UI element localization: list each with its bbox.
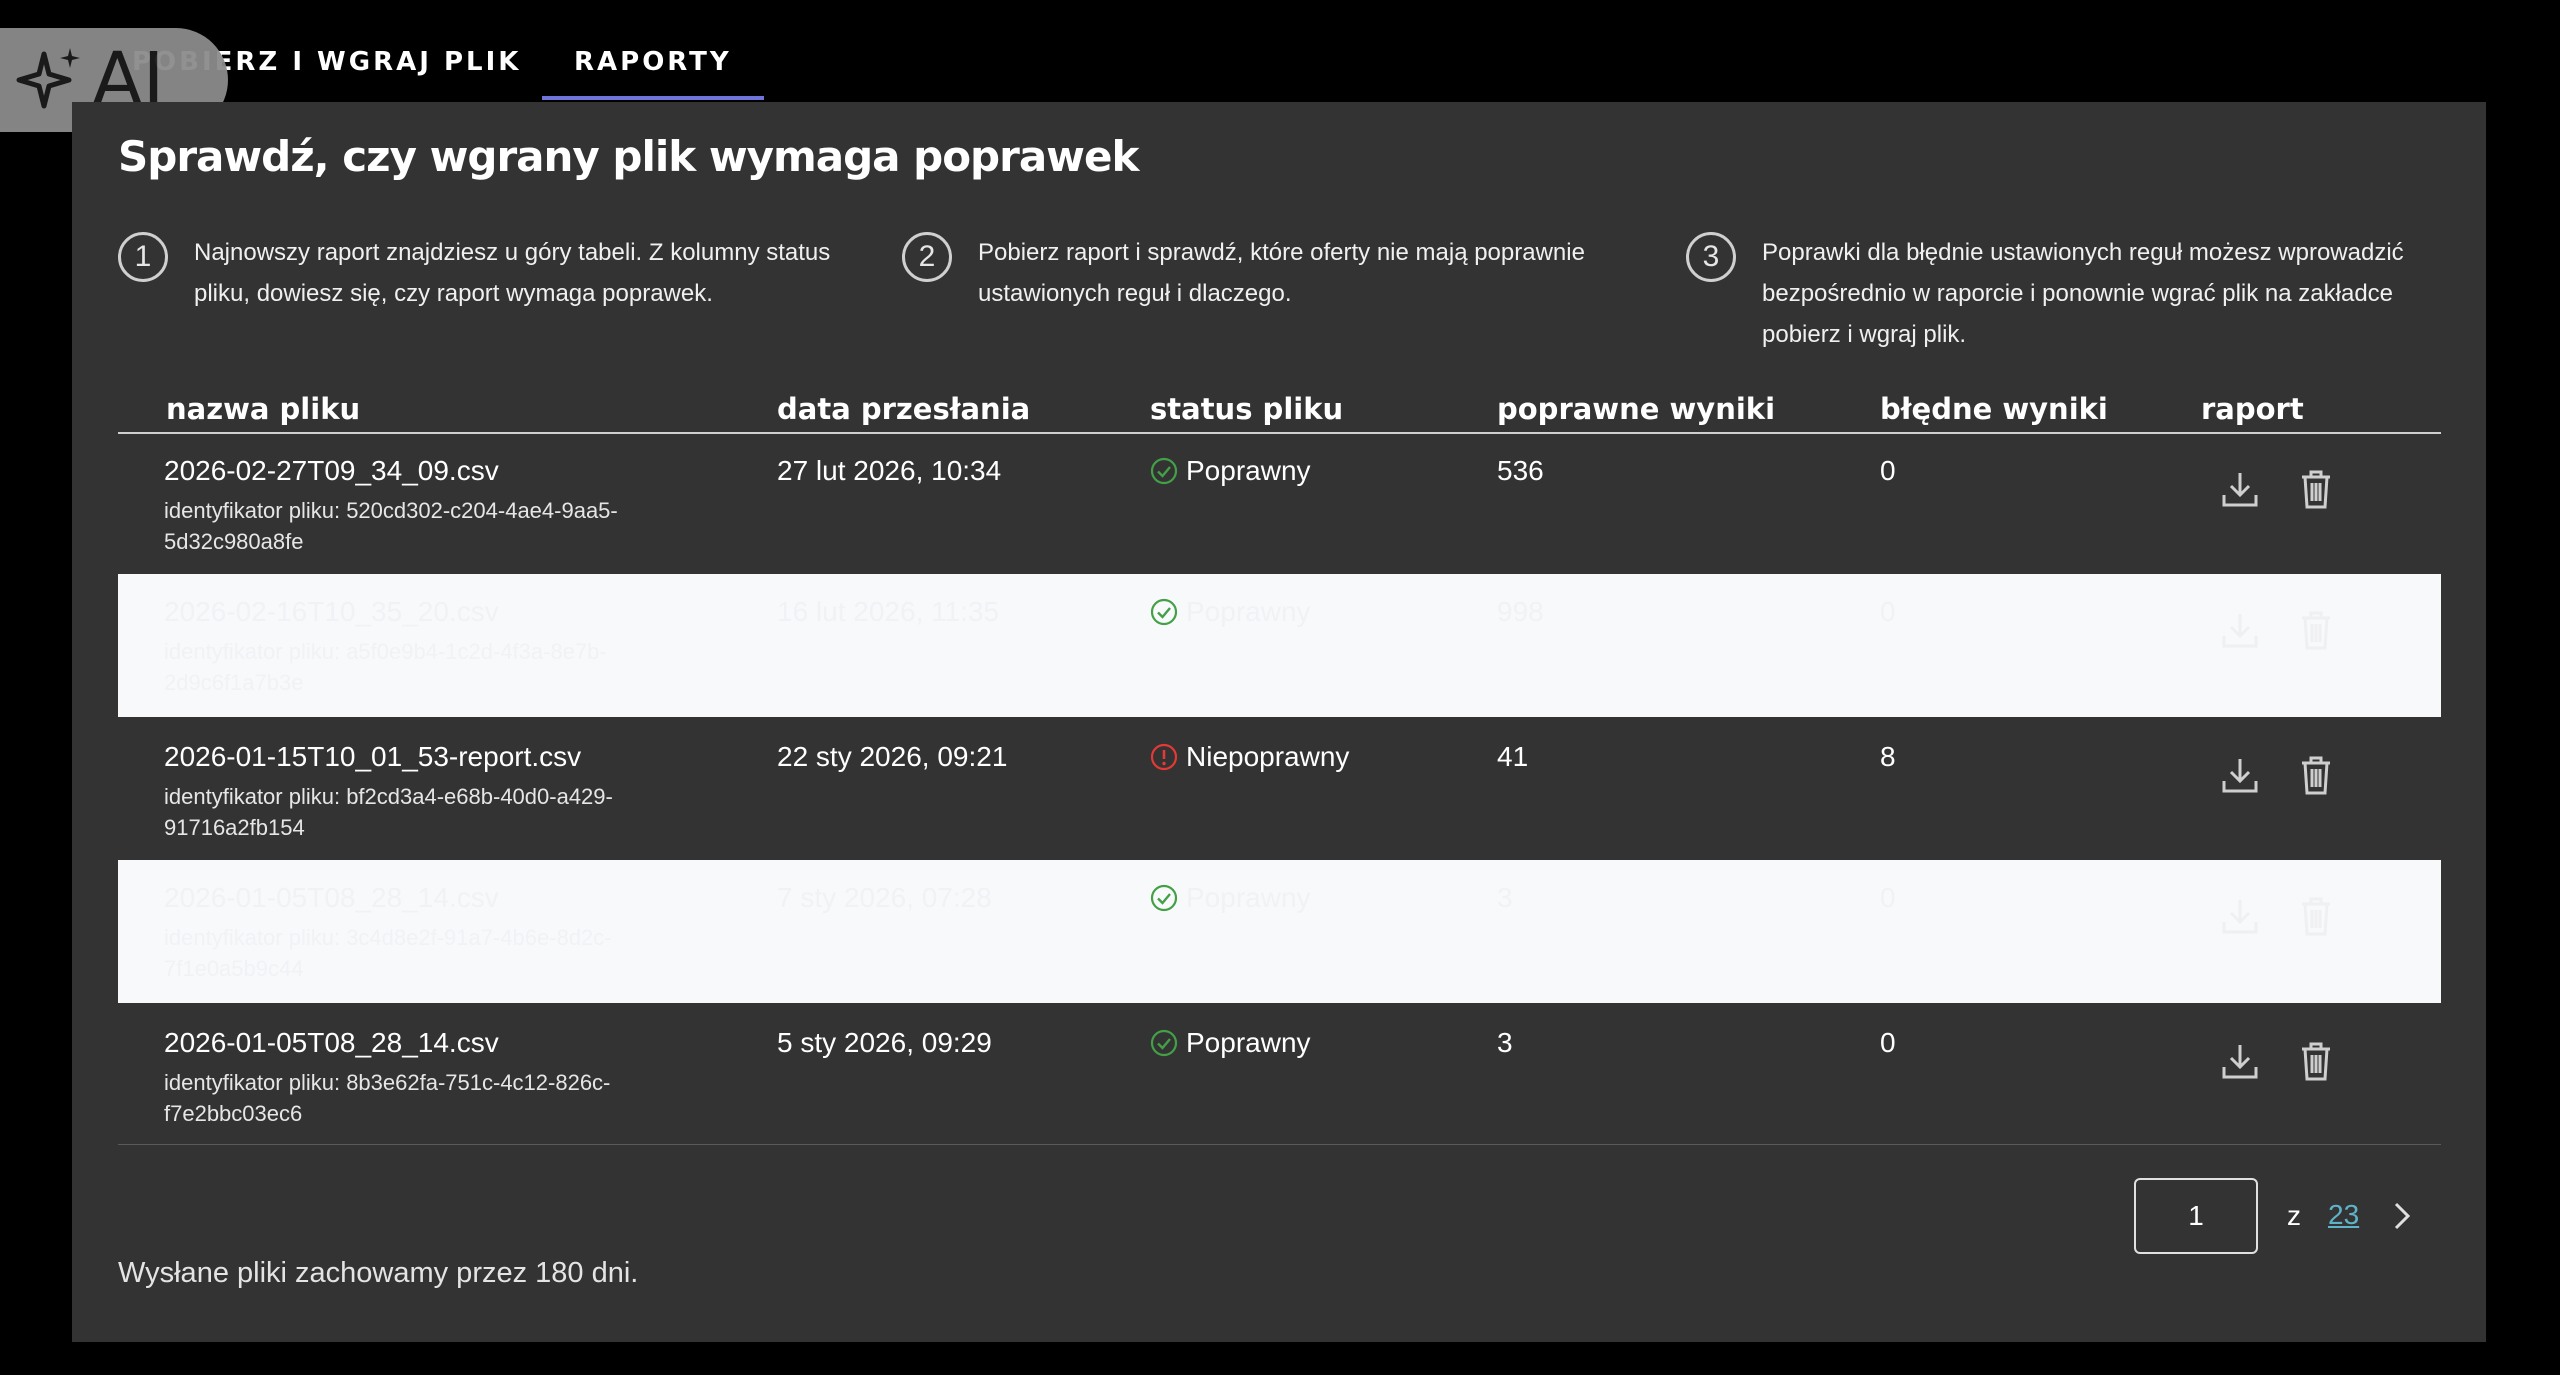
error-count: 8	[1880, 741, 1896, 772]
download-icon[interactable]	[2218, 467, 2262, 511]
status-text: Poprawny	[1186, 882, 1311, 913]
header-report: raport	[2201, 392, 2304, 426]
file-id: identyfikator pliku: 3c4d8e2f-91a7-4b6e-…	[164, 925, 612, 981]
correct-count: 3	[1497, 1027, 1513, 1058]
trash-icon[interactable]	[2294, 467, 2338, 511]
page-title: Sprawdź, czy wgrany plik wymaga poprawek	[118, 132, 1139, 181]
step-text: Pobierz raport i sprawdź, które oferty n…	[978, 239, 1585, 307]
step-number: 3	[1686, 232, 1736, 282]
download-icon[interactable]	[2218, 894, 2262, 938]
upload-date: 27 lut 2026, 10:34	[777, 455, 1002, 486]
tab-reports[interactable]: RAPORTY	[542, 38, 764, 100]
error-count: 0	[1880, 455, 1896, 486]
step-number: 2	[902, 232, 952, 282]
status-text: Poprawny	[1186, 1027, 1311, 1058]
correct-count: 41	[1497, 741, 1529, 772]
status-text: Poprawny	[1186, 596, 1311, 627]
table-row: 2026-01-05T08_28_14.csv identyfikator pl…	[118, 860, 2441, 1003]
check-circle-icon	[1150, 598, 1178, 626]
step-number: 1	[118, 232, 168, 282]
file-name: 2026-01-15T10_01_53-report.csv	[164, 741, 582, 772]
upload-date: 5 sty 2026, 09:29	[777, 1027, 992, 1058]
table-row: 2026-02-27T09_34_09.csv identyfikator pl…	[118, 433, 2441, 576]
correct-count: 3	[1497, 882, 1513, 913]
check-circle-icon	[1150, 1029, 1178, 1057]
error-count: 0	[1880, 596, 1896, 627]
table-row: 2026-02-16T10_35_20.csv identyfikator pl…	[118, 574, 2441, 717]
table-bottom-divider	[118, 1144, 2441, 1145]
download-icon[interactable]	[2218, 753, 2262, 797]
header-file-status: status pliku	[1150, 392, 1344, 426]
error-count: 0	[1880, 882, 1896, 913]
trash-icon[interactable]	[2294, 608, 2338, 652]
header-upload-date: data przesłania	[777, 392, 1031, 426]
check-circle-icon	[1150, 457, 1178, 485]
status-badge: Poprawny	[1150, 1027, 1311, 1059]
upload-date: 7 sty 2026, 07:28	[777, 882, 992, 913]
download-icon[interactable]	[2218, 608, 2262, 652]
header-correct-results: poprawne wyniki	[1497, 392, 1776, 426]
file-id: identyfikator pliku: a5f0e9b4-1c2d-4f3a-…	[164, 639, 607, 695]
upload-date: 16 lut 2026, 11:35	[777, 596, 1000, 627]
file-id: identyfikator pliku: 520cd302-c204-4ae4-…	[164, 498, 618, 554]
check-circle-icon	[1150, 884, 1178, 912]
table-row: 2026-01-05T08_28_14.csv identyfikator pl…	[118, 1005, 2441, 1148]
pager-total-pages-link[interactable]: 23	[2328, 1199, 2359, 1231]
status-badge: Poprawny	[1150, 596, 1311, 628]
error-circle-icon	[1150, 743, 1178, 771]
header-file-name: nazwa pliku	[166, 392, 361, 426]
trash-icon[interactable]	[2294, 753, 2338, 797]
chevron-right-icon[interactable]	[2384, 1196, 2420, 1236]
file-name: 2026-01-05T08_28_14.csv	[164, 1027, 499, 1058]
status-text: Niepoprawny	[1186, 741, 1350, 772]
download-icon[interactable]	[2218, 1039, 2262, 1083]
correct-count: 536	[1497, 455, 1544, 486]
reports-panel: Sprawdź, czy wgrany plik wymaga poprawek…	[72, 102, 2486, 1342]
error-count: 0	[1880, 1027, 1896, 1058]
correct-count: 998	[1497, 596, 1544, 627]
trash-icon[interactable]	[2294, 1039, 2338, 1083]
status-text: Poprawny	[1186, 455, 1311, 486]
table-header: nazwa pliku data przesłania status pliku…	[118, 382, 2441, 434]
status-badge: Poprawny	[1150, 455, 1311, 487]
file-name: 2026-01-05T08_28_14.csv	[164, 882, 499, 913]
table-row: 2026-01-15T10_01_53-report.csv identyfik…	[118, 719, 2441, 862]
file-name: 2026-02-16T10_35_20.csv	[164, 596, 499, 627]
retention-note: Wysłane pliki zachowamy przez 180 dni.	[118, 1257, 639, 1289]
file-id: identyfikator pliku: bf2cd3a4-e68b-40d0-…	[164, 784, 613, 840]
step-text: Najnowszy raport znajdziesz u góry tabel…	[194, 239, 831, 307]
tab-bar: POBIERZ I WGRAJ PLIK RAPORTY	[0, 0, 2560, 102]
file-name: 2026-02-27T09_34_09.csv	[164, 455, 499, 486]
pager-of-label: z	[2287, 1200, 2301, 1231]
trash-icon[interactable]	[2294, 894, 2338, 938]
step-text: Poprawki dla błędnie ustawionych reguł m…	[1762, 239, 2404, 348]
status-badge: Niepoprawny	[1150, 741, 1349, 773]
file-id: identyfikator pliku: 8b3e62fa-751c-4c12-…	[164, 1070, 611, 1126]
status-badge: Poprawny	[1150, 882, 1311, 914]
header-error-results: błędne wyniki	[1880, 392, 2108, 426]
page-number-input[interactable]	[2134, 1178, 2258, 1254]
upload-date: 22 sty 2026, 09:21	[777, 741, 1008, 772]
